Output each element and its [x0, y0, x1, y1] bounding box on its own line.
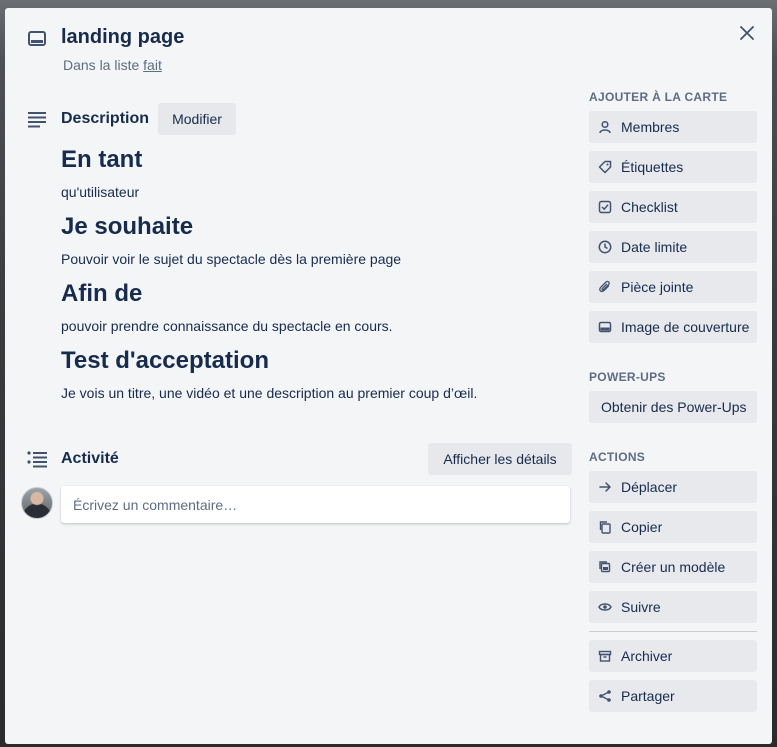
copy-button[interactable]: Copier	[589, 511, 757, 543]
activity-icon	[27, 451, 47, 468]
share-icon	[598, 689, 612, 703]
tag-icon	[598, 160, 612, 174]
actions-heading: ACTIONS	[589, 450, 646, 464]
description-heading: Afin de	[61, 280, 143, 307]
list-reference: Dans la liste fait	[63, 57, 162, 73]
list-prefix: Dans la liste	[63, 57, 140, 73]
description-paragraph: pouvoir prendre connaissance du spectacl…	[61, 318, 393, 334]
attachment-label: Pièce jointe	[621, 279, 694, 295]
create-template-button[interactable]: Créer un modèle	[589, 551, 757, 583]
archive-button[interactable]: Archiver	[589, 640, 757, 672]
share-button[interactable]: Partager	[589, 680, 757, 712]
card-title[interactable]: landing page	[61, 26, 184, 49]
create-template-label: Créer un modèle	[621, 559, 726, 575]
get-power-ups-label: Obtenir des Power-Ups	[601, 399, 747, 415]
card-detail-modal: landing page Dans la liste fait Descript…	[5, 8, 772, 744]
cover-button[interactable]: Image de couverture	[589, 311, 757, 343]
members-button[interactable]: Membres	[589, 111, 757, 143]
close-button[interactable]	[734, 20, 760, 46]
edit-description-button[interactable]: Modifier	[158, 103, 236, 135]
show-details-button[interactable]: Afficher les détails	[428, 443, 572, 475]
description-content[interactable]: En tant qu'utilisateur Je souhaite Pouvo…	[61, 146, 581, 414]
power-ups-heading: POWER-UPS	[589, 370, 666, 384]
members-label: Membres	[621, 119, 680, 135]
description-heading: Test d'acceptation	[61, 347, 269, 374]
description-paragraph: Je vois un titre, une vidéo et une descr…	[61, 385, 478, 401]
cover-icon	[598, 320, 612, 334]
paperclip-icon	[598, 280, 612, 294]
description-heading: En tant	[61, 146, 143, 173]
description-paragraph: qu'utilisateur	[61, 184, 140, 200]
description-paragraph: Pouvoir voir le sujet du spectacle dès l…	[61, 251, 402, 267]
description-icon	[28, 112, 46, 128]
clock-icon	[598, 240, 612, 254]
close-icon	[740, 26, 754, 40]
checklist-label: Checklist	[621, 199, 678, 215]
activity-title: Activité	[61, 450, 119, 467]
watch-button[interactable]: Suivre	[589, 591, 757, 623]
comment-input[interactable]	[61, 486, 570, 523]
cover-label: Image de couverture	[621, 319, 750, 335]
eye-icon	[598, 600, 612, 614]
archive-icon	[598, 649, 612, 663]
watch-label: Suivre	[621, 599, 661, 615]
labels-button[interactable]: Étiquettes	[589, 151, 757, 183]
avatar[interactable]	[21, 487, 53, 519]
copy-icon	[598, 520, 612, 534]
description-heading: Je souhaite	[61, 213, 194, 240]
archive-label: Archiver	[621, 648, 673, 664]
move-label: Déplacer	[621, 479, 678, 495]
attachment-button[interactable]: Pièce jointe	[589, 271, 757, 303]
description-title: Description	[61, 110, 150, 127]
checkbox-icon	[598, 200, 612, 214]
copy-label: Copier	[621, 519, 663, 535]
actions-divider	[589, 631, 757, 632]
due-date-label: Date limite	[621, 239, 688, 255]
checklist-button[interactable]: Checklist	[589, 191, 757, 223]
add-to-card-heading: AJOUTER À LA CARTE	[589, 90, 728, 104]
labels-label: Étiquettes	[621, 159, 684, 175]
person-icon	[598, 120, 612, 134]
share-label: Partager	[621, 688, 675, 704]
arrow-right-icon	[598, 480, 612, 494]
move-button[interactable]: Déplacer	[589, 471, 757, 503]
get-power-ups-button[interactable]: Obtenir des Power-Ups	[589, 391, 757, 423]
card-icon	[28, 31, 46, 46]
due-date-button[interactable]: Date limite	[589, 231, 757, 263]
list-link[interactable]: fait	[143, 57, 162, 73]
template-icon	[598, 560, 612, 574]
